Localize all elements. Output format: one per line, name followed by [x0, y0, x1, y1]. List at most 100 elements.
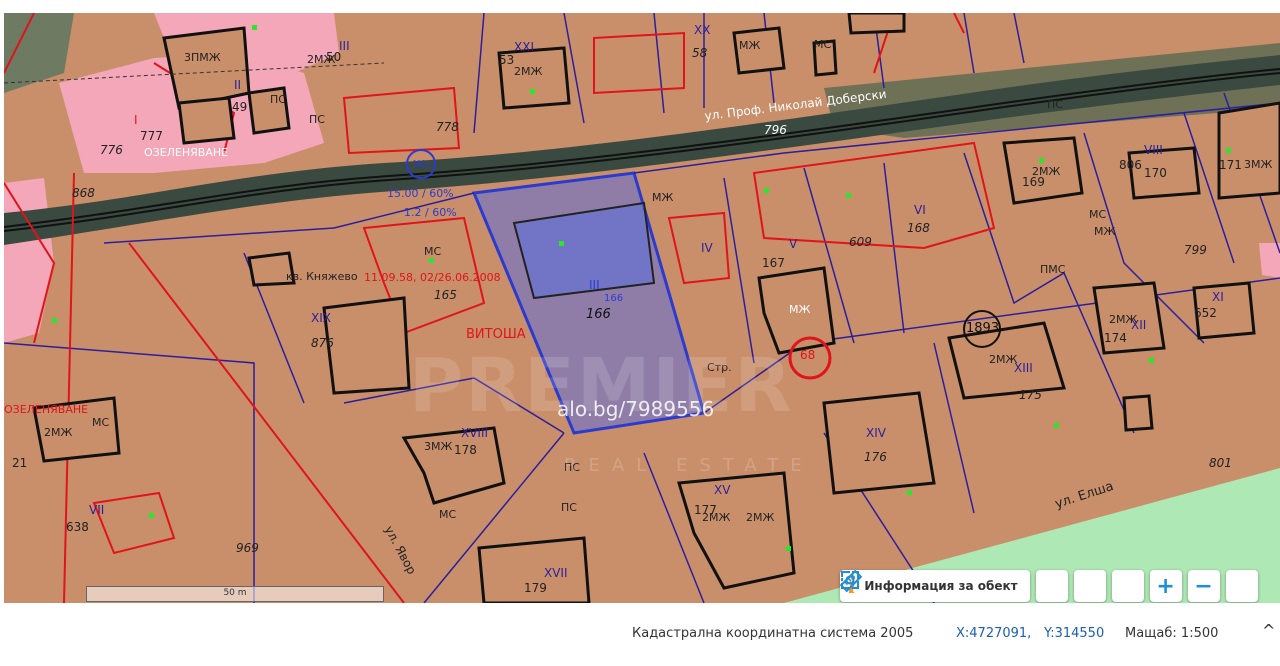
lot-label: 777 — [140, 129, 163, 143]
lot-label: 176 — [864, 450, 887, 464]
building-label: 2МЖ — [702, 511, 731, 524]
lot-label: 806 — [1119, 158, 1142, 172]
building-label: МЖ — [789, 303, 811, 316]
lot-label: 170 — [1144, 166, 1167, 180]
cadastral-map[interactable]: ул. Проф. Николай Доберски кв. Княжево В… — [4, 13, 1280, 603]
building-label: 3МЖ — [424, 440, 453, 453]
selected-parcel-sub: 166 — [604, 293, 624, 304]
building-label: ПС — [1047, 98, 1063, 111]
full-extent-button[interactable] — [841, 570, 1144, 602]
building-label: 3МЖ — [1244, 158, 1273, 171]
object-info-label: Информация за обект — [864, 579, 1018, 593]
structure-label: Стр. — [707, 361, 732, 374]
scale-bar: 50 m — [86, 586, 384, 602]
lot-label: 167 — [762, 256, 785, 270]
building-label: 2МЖ — [989, 353, 1018, 366]
roman-label: IV — [701, 241, 713, 255]
building-label: ПС — [270, 93, 286, 106]
street-label-nikolai: ул. Проф. Николай Доберски — [703, 86, 888, 124]
roman-label: XVII — [544, 566, 568, 580]
lot-label: 796 — [764, 123, 787, 137]
roman-label: XX — [694, 23, 711, 37]
roman-label: I — [134, 113, 138, 127]
roman-label: XIV — [866, 426, 886, 440]
roman-label: VI — [914, 203, 926, 217]
measure-button[interactable] — [840, 570, 1106, 602]
zone-label-ozelenyavane-2: ОЗЕЛЕНЯВАНЕ — [4, 403, 89, 416]
locate-icon — [841, 571, 859, 589]
lot-label: 175 — [1019, 388, 1042, 402]
street-label-knyazhevo: кв. Княжево — [286, 270, 358, 283]
building-label: 2МЖ — [307, 53, 336, 66]
lot-label: 171 — [1219, 158, 1242, 172]
collapse-caret-icon[interactable]: ^ — [1262, 621, 1275, 640]
building-label: МЖ — [739, 39, 761, 52]
lot-label: 165 — [434, 288, 457, 302]
zone-parameters: 15.00 / 60% — [387, 187, 454, 200]
zone-parameters-2: 1.2 / 60% — [404, 206, 457, 219]
lot-label: 776 — [100, 143, 123, 157]
building-label: ПМС — [1040, 263, 1066, 276]
zone-label-ozelenyavane: ОЗЕЛЕНЯВАНЕ — [144, 146, 229, 159]
lot-label: 49 — [232, 100, 248, 114]
street-label-elsha: ул. Елша — [1053, 478, 1116, 513]
selected-parcel-number[interactable]: 166 — [586, 307, 611, 322]
roman-label: VIII — [1144, 143, 1163, 157]
zoom-in-button[interactable]: + — [1149, 570, 1182, 602]
year-1893-label: 1893 — [966, 321, 1000, 336]
building-label: МС — [1089, 208, 1107, 221]
building-label: МС — [92, 416, 110, 429]
street-label-yavor: ул. Явор — [381, 523, 419, 577]
map-scale: Мащаб: 1:500 — [1125, 626, 1219, 641]
building-label: МЖ — [652, 191, 674, 204]
building-label: ПС — [309, 113, 325, 126]
building-label: 2МЖ — [1109, 313, 1138, 326]
circle-68-label: 68 — [800, 348, 816, 362]
roman-label: V — [789, 237, 798, 251]
roman-label: II — [234, 78, 242, 92]
coordinate-y: Y:314550 — [1044, 626, 1105, 641]
building-label: 2МЖ — [44, 426, 73, 439]
coordinate-x: X:4727091, — [956, 626, 1032, 641]
lot-label: 53 — [499, 53, 515, 67]
lot-label: 179 — [524, 581, 547, 595]
select-area-button[interactable] — [841, 570, 1068, 602]
lot-label: 609 — [849, 235, 872, 249]
object-info-button[interactable]: i Информация за обект — [840, 570, 1030, 602]
roman-label: VII — [89, 503, 105, 517]
roman-label: XIX — [311, 311, 331, 325]
zone-code-zhs: Жс — [413, 158, 431, 171]
lot-label: 58 — [692, 46, 708, 60]
lot-label: 969 — [236, 541, 259, 555]
coordinate-system-label: Кадастрална координатна система 2005 — [632, 626, 914, 641]
locate-button[interactable] — [841, 570, 1258, 602]
building-label: МЖ — [1094, 225, 1116, 238]
roman-label: XI — [1212, 290, 1224, 304]
building-label: МС — [424, 245, 442, 258]
lot-label: 174 — [1104, 331, 1127, 345]
lot-label: 876 — [311, 336, 334, 350]
area-label-vitosha: ВИТОША — [466, 327, 526, 342]
lot-label: 801 — [1209, 456, 1232, 470]
lot-label: 638 — [66, 520, 89, 534]
lot-label: 178 — [454, 443, 477, 457]
lot-label: 778 — [436, 120, 459, 134]
building-label: 2МЖ — [514, 65, 543, 78]
order-date-note: 11.09.58, 02/26.06.2008 — [364, 271, 501, 284]
lot-label: 868 — [72, 186, 95, 200]
roman-label: XVIII — [461, 426, 489, 440]
building-label: МС — [439, 508, 457, 521]
building-label: МС — [814, 38, 832, 51]
lot-label: 21 — [12, 456, 28, 470]
building-label: 2МЖ — [746, 511, 775, 524]
lot-label: 652 — [1194, 306, 1217, 320]
building-label: 2МЖ — [1032, 165, 1061, 178]
roman-label: XXI — [514, 40, 534, 54]
roman-label: III — [339, 39, 350, 53]
lot-label: 168 — [907, 221, 930, 235]
building-label: 3ПМЖ — [184, 51, 221, 64]
status-bar: Кадастрална координатна система 2005 X:4… — [0, 603, 1280, 663]
selected-parcel-roman: III — [589, 278, 600, 292]
zoom-out-button[interactable]: − — [1187, 570, 1220, 602]
map-toolbar: i Информация за обект + − — [840, 570, 1258, 602]
